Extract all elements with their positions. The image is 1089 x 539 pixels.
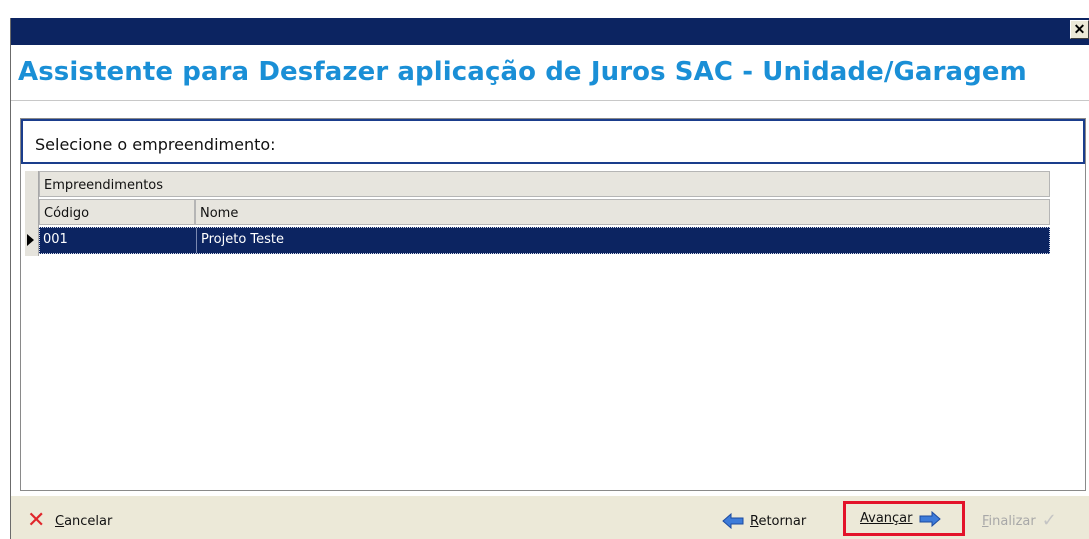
wizard-header: Assistente para Desfazer aplicação de Ju…: [11, 45, 1089, 101]
cell-divider: [196, 228, 197, 253]
current-row-pointer-icon: [27, 234, 34, 246]
empreendimentos-grid[interactable]: Empreendimentos Código Nome 001 Projeto …: [25, 171, 1050, 258]
arrow-left-icon: [722, 512, 744, 530]
column-header-codigo[interactable]: Código: [39, 199, 195, 225]
back-button[interactable]: Retornar: [722, 506, 806, 536]
close-icon: ✕: [1073, 21, 1086, 37]
next-label: Avançar: [860, 511, 913, 526]
table-row[interactable]: 001 Projeto Teste: [39, 227, 1050, 254]
arrow-right-icon: [919, 510, 941, 527]
grid-group-header: Empreendimentos: [39, 171, 1050, 197]
prompt-label: Selecione o empreendimento:: [35, 135, 276, 154]
wizard-title: Assistente para Desfazer aplicação de Ju…: [18, 57, 1027, 87]
next-button[interactable]: Avançar: [843, 501, 965, 536]
check-icon: ✓: [1041, 510, 1057, 531]
close-x-icon: ✕: [27, 508, 46, 533]
cancel-button[interactable]: ✕ Cancelar: [27, 506, 112, 536]
title-bar: [11, 18, 1089, 45]
finish-label: Finalizar: [982, 513, 1036, 529]
prompt-box: Selecione o empreendimento:: [21, 119, 1085, 164]
wizard-footer: ✕ Cancelar Retornar Avançar Finalizar ✓: [11, 495, 1089, 539]
content-panel: Selecione o empreendimento: Empreendimen…: [20, 118, 1086, 491]
cell-nome: Projeto Teste: [201, 232, 285, 247]
wizard-window: ✕ Assistente para Desfazer aplicação de …: [0, 0, 1089, 539]
cell-codigo: 001: [43, 232, 68, 247]
back-label: Retornar: [750, 513, 807, 529]
close-button[interactable]: ✕: [1070, 20, 1089, 39]
finish-button[interactable]: Finalizar ✓: [982, 506, 1064, 536]
column-header-nome[interactable]: Nome: [195, 199, 1050, 225]
cancel-label: Cancelar: [55, 513, 113, 529]
